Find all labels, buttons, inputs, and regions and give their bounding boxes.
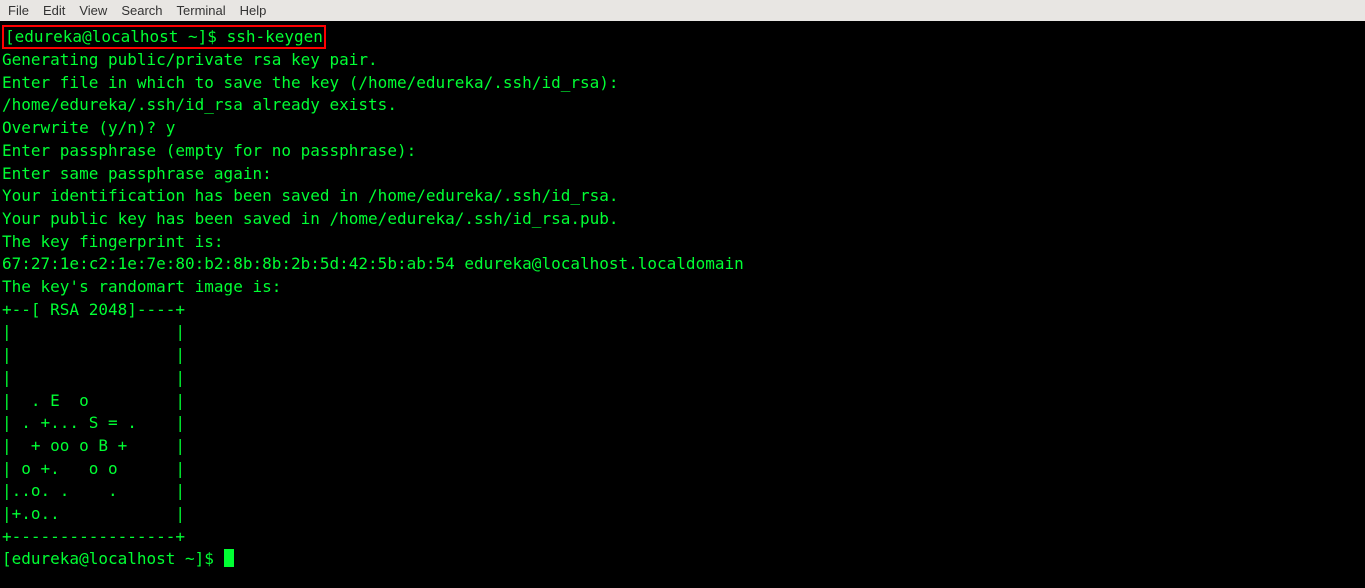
terminal-output-line: | | [2,368,185,387]
terminal-output-line: |..o. . . | [2,481,185,500]
shell-prompt: [edureka@localhost ~]$ [5,27,217,46]
shell-prompt: [edureka@localhost ~]$ [2,549,214,568]
terminal-output-line: Enter same passphrase again: [2,164,272,183]
entered-command: ssh-keygen [227,27,323,46]
menu-file[interactable]: File [8,3,29,18]
terminal-output-line: Generating public/private rsa key pair. [2,50,378,69]
terminal-output-line: Enter file in which to save the key (/ho… [2,73,619,92]
menu-view[interactable]: View [79,3,107,18]
highlighted-command-line: [edureka@localhost ~]$ ssh-keygen [2,25,326,49]
terminal-output-line: | . +... S = . | [2,413,185,432]
menu-terminal[interactable]: Terminal [177,3,226,18]
menu-help[interactable]: Help [240,3,267,18]
menu-edit[interactable]: Edit [43,3,65,18]
terminal-output-line: Your identification has been saved in /h… [2,186,619,205]
terminal-output-line: | o +. o o | [2,459,185,478]
terminal-viewport[interactable]: [edureka@localhost ~]$ ssh-keygen Genera… [0,21,1365,588]
terminal-output-line: Overwrite (y/n)? y [2,118,175,137]
terminal-output-line: Your public key has been saved in /home/… [2,209,619,228]
terminal-output-line: | + oo o B + | [2,436,185,455]
terminal-output-line: | | [2,322,185,341]
menu-search[interactable]: Search [121,3,162,18]
terminal-output-line: The key fingerprint is: [2,232,224,251]
terminal-output-line: 67:27:1e:c2:1e:7e:80:b2:8b:8b:2b:5d:42:5… [2,254,744,273]
terminal-output-line: +-----------------+ [2,527,185,546]
menubar: File Edit View Search Terminal Help [0,0,1365,21]
terminal-output-line: Enter passphrase (empty for no passphras… [2,141,416,160]
terminal-output-line: +--[ RSA 2048]----+ [2,300,185,319]
terminal-output-line: | . E o | [2,391,185,410]
terminal-output-line: The key's randomart image is: [2,277,281,296]
terminal-output-line: | | [2,345,185,364]
cursor-icon [224,549,234,567]
terminal-output-line: |+.o.. | [2,504,185,523]
terminal-output-line: /home/edureka/.ssh/id_rsa already exists… [2,95,397,114]
